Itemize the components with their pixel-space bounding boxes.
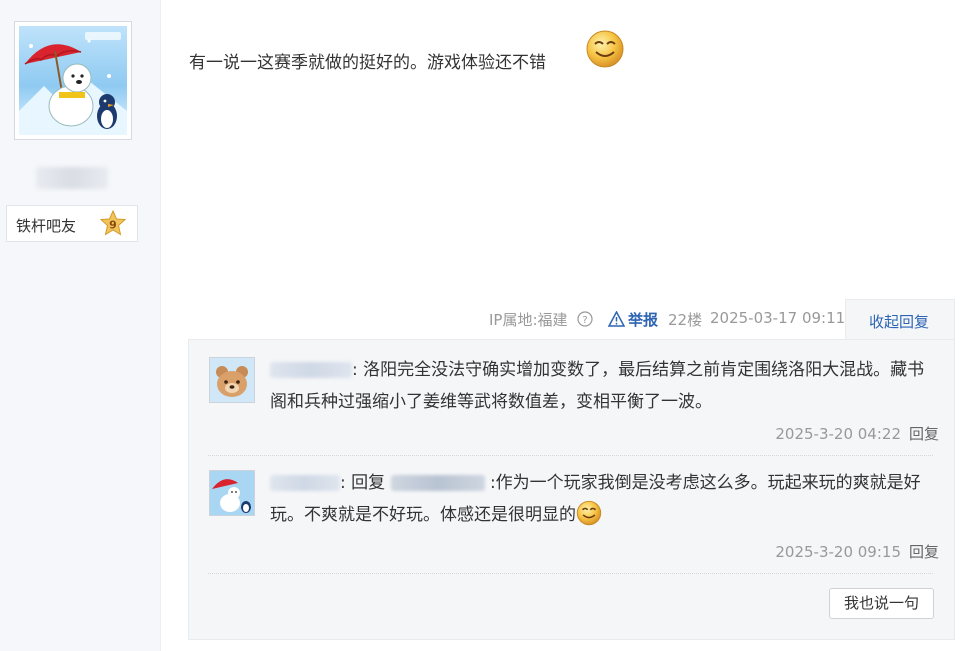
level-title: 铁杆吧友 xyxy=(16,217,77,235)
floor-number: 22楼 xyxy=(668,311,703,329)
avatar-image xyxy=(19,26,127,135)
smiley-emoji-icon xyxy=(576,500,602,526)
level-number: 9 xyxy=(109,219,117,232)
report-link[interactable]: 举报 xyxy=(628,309,658,330)
reply-item: : 洛阳完全没法守确实增加变数了，最后结算之前肯定围绕洛阳大混战。藏书阁和兵种过… xyxy=(270,354,930,418)
reply-avatar[interactable] xyxy=(209,470,255,516)
collapse-replies-label: 收起回复 xyxy=(869,313,930,331)
reply-target-blurred[interactable] xyxy=(390,475,485,491)
reply-author-blurred[interactable] xyxy=(270,362,352,378)
post-content: 有一说一这赛季就做的挺好的。游戏体验还不错 xyxy=(189,53,546,73)
reply-action-link[interactable]: 回复 xyxy=(909,425,939,443)
collapse-replies-button[interactable]: 收起回复 xyxy=(845,299,955,339)
author-avatar[interactable] xyxy=(14,21,132,140)
author-name-blurred[interactable] xyxy=(36,167,108,189)
reply-avatar[interactable] xyxy=(209,357,255,403)
author-sidebar: 铁杆吧友 9 xyxy=(0,0,161,651)
divider xyxy=(208,455,933,456)
post-time: 2025-03-17 09:11 xyxy=(710,309,846,327)
question-circle-icon[interactable]: ? xyxy=(577,311,593,327)
smiley-emoji-icon xyxy=(586,30,624,68)
reply-meta: 2025-3-20 04:22 回复 xyxy=(775,423,939,444)
reply-item: : 回复 :作为一个玩家我倒是没考虑这么多。玩起来玩的爽就是好玩。不爽就是不好玩… xyxy=(270,467,930,531)
star-badge-icon: 9 xyxy=(99,209,127,238)
warning-triangle-icon[interactable] xyxy=(608,311,625,327)
reply-time: 2025-3-20 04:22 xyxy=(775,425,901,443)
say-something-button[interactable]: 我也说一句 xyxy=(829,588,934,619)
reply-meta: 2025-3-20 09:15 回复 xyxy=(775,541,939,562)
svg-text:?: ? xyxy=(582,315,587,326)
ip-location: IP属地:福建 xyxy=(489,311,568,329)
reply-author-suffix: : xyxy=(352,360,358,380)
level-badge[interactable]: 铁杆吧友 9 xyxy=(6,205,138,242)
reply-action-link[interactable]: 回复 xyxy=(909,543,939,561)
reply-to-label: 回复 xyxy=(351,473,386,493)
reply-time: 2025-3-20 09:15 xyxy=(775,543,901,561)
reply-text: 洛阳完全没法守确实增加变数了，最后结算之前肯定围绕洛阳大混战。藏书阁和兵种过强缩… xyxy=(270,360,925,412)
reply-author-blurred[interactable] xyxy=(270,475,340,491)
divider xyxy=(208,573,933,574)
reply-author-suffix: : xyxy=(340,473,346,493)
